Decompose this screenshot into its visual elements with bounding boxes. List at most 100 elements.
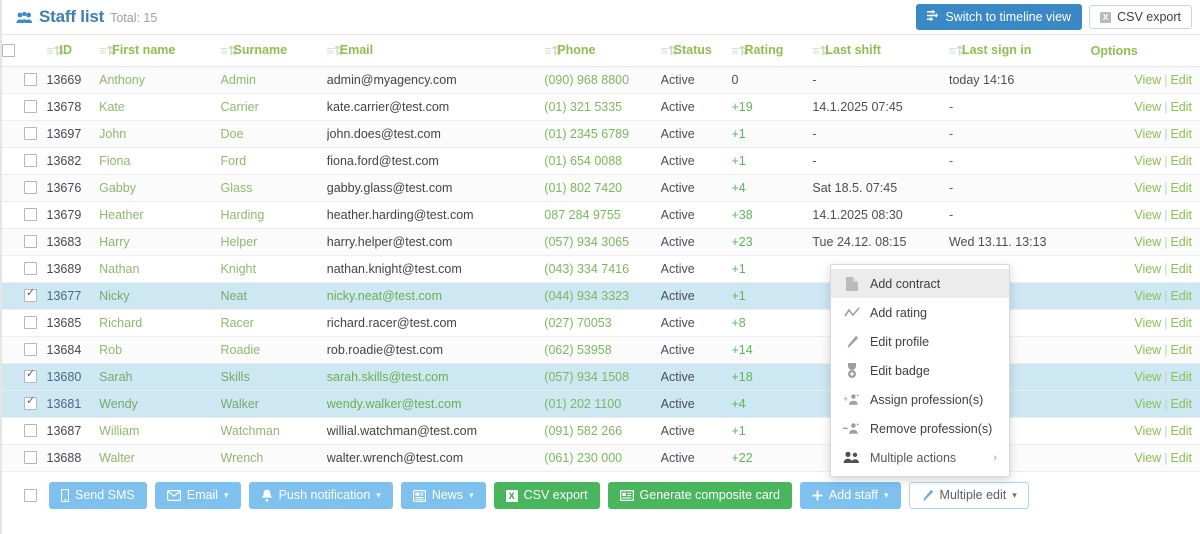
email-link[interactable]: harry.helper@test.com xyxy=(327,235,453,249)
email-link[interactable]: fiona.ford@test.com xyxy=(327,154,439,168)
table-row[interactable]: 13676 Gabby Glass gabby.glass@test.com (01) … xyxy=(2,174,1200,202)
view-link[interactable]: View xyxy=(1134,316,1161,330)
row-surname[interactable]: Glass xyxy=(220,174,327,202)
row-select-checkbox[interactable] xyxy=(24,451,37,464)
row-surname[interactable]: Wrench xyxy=(220,444,327,472)
row-options[interactable]: View | Edit xyxy=(1090,120,1200,148)
first-name-link[interactable]: Wendy xyxy=(99,397,138,411)
view-link[interactable]: View xyxy=(1134,181,1161,195)
row-select-cell[interactable] xyxy=(2,336,47,364)
row-select-checkbox[interactable] xyxy=(24,316,37,329)
row-select-cell[interactable] xyxy=(2,66,47,94)
row-options[interactable]: View | Edit xyxy=(1090,336,1200,364)
row-select-cell[interactable] xyxy=(2,282,47,310)
row-select-cell[interactable] xyxy=(2,174,47,202)
view-link[interactable]: View xyxy=(1134,370,1161,384)
row-select-cell[interactable] xyxy=(2,120,47,148)
context-menu-item[interactable]: + Assign profession(s) xyxy=(831,385,1009,414)
edit-link[interactable]: Edit xyxy=(1170,262,1192,276)
first-name-link[interactable]: Walter xyxy=(99,451,135,465)
row-first-name[interactable]: Harry xyxy=(99,228,221,256)
row-options[interactable]: View | Edit xyxy=(1090,363,1200,391)
first-name-link[interactable]: Rob xyxy=(99,343,122,357)
row-email[interactable]: nathan.knight@test.com xyxy=(326,255,545,283)
row-surname[interactable]: Roadie xyxy=(220,336,327,364)
row-first-name[interactable]: Richard xyxy=(99,309,221,337)
view-link[interactable]: View xyxy=(1134,127,1161,141)
view-link[interactable]: View xyxy=(1134,73,1161,87)
edit-link[interactable]: Edit xyxy=(1170,451,1192,465)
row-options[interactable]: View | Edit xyxy=(1090,417,1200,445)
row-surname[interactable]: Doe xyxy=(220,120,327,148)
column-header-status[interactable]: ≡⇅Status xyxy=(660,34,732,67)
multiple-edit-button[interactable]: Multiple edit ▾ xyxy=(908,482,1029,509)
row-email[interactable]: john.does@test.com xyxy=(326,120,545,148)
table-row[interactable]: 13683 Harry Helper harry.helper@test.com (05… xyxy=(2,228,1200,256)
edit-link[interactable]: Edit xyxy=(1170,208,1192,222)
row-email[interactable]: fiona.ford@test.com xyxy=(326,147,545,175)
row-email[interactable]: admin@myagency.com xyxy=(326,66,545,94)
view-link[interactable]: View xyxy=(1134,154,1161,168)
row-select-checkbox[interactable] xyxy=(24,73,37,86)
first-name-link[interactable]: Heather xyxy=(99,208,143,222)
view-link[interactable]: View xyxy=(1134,208,1161,222)
email-link[interactable]: nicky.neat@test.com xyxy=(327,289,442,303)
email-link[interactable]: rob.roadie@test.com xyxy=(327,343,443,357)
surname-link[interactable]: Skills xyxy=(221,370,250,384)
table-row[interactable]: 13687 William Watchman willial.watchman@tes… xyxy=(2,417,1200,445)
row-first-name[interactable]: Nicky xyxy=(99,282,221,310)
row-surname[interactable]: Carrier xyxy=(220,93,327,121)
edit-link[interactable]: Edit xyxy=(1170,397,1192,411)
row-select-cell[interactable] xyxy=(2,201,47,229)
csv-export-button[interactable]: X CSV export xyxy=(493,482,600,509)
surname-link[interactable]: Roadie xyxy=(221,343,261,357)
row-first-name[interactable]: Walter xyxy=(99,444,221,472)
row-select-checkbox[interactable] xyxy=(24,343,37,356)
context-menu-item[interactable]: Edit profile xyxy=(831,327,1009,356)
email-link[interactable]: john.does@test.com xyxy=(327,127,441,141)
table-row[interactable]: 13679 Heather Harding heather.harding@test.… xyxy=(2,201,1200,229)
row-select-checkbox[interactable] xyxy=(24,395,37,410)
view-link[interactable]: View xyxy=(1134,451,1161,465)
view-link[interactable]: View xyxy=(1134,262,1161,276)
row-first-name[interactable]: John xyxy=(99,120,221,148)
surname-link[interactable]: Helper xyxy=(221,235,258,249)
email-link[interactable]: nathan.knight@test.com xyxy=(327,262,462,276)
row-email[interactable]: harry.helper@test.com xyxy=(326,228,545,256)
row-first-name[interactable]: Anthony xyxy=(99,66,221,94)
row-select-checkbox[interactable] xyxy=(24,100,37,113)
context-menu-item[interactable]: Add rating xyxy=(831,298,1009,327)
table-row[interactable]: 13681Wendy Walker wendy.walker@test.com (01… xyxy=(2,390,1200,418)
table-row[interactable]: 13697 John Doe john.does@test.com (01) 2345 … xyxy=(2,120,1200,148)
email-link[interactable]: wendy.walker@test.com xyxy=(327,397,462,411)
row-first-name[interactable]: Rob xyxy=(99,336,221,364)
first-name-link[interactable]: Harry xyxy=(99,235,130,249)
email-link[interactable]: richard.racer@test.com xyxy=(327,316,457,330)
column-header-last-shift[interactable]: ≡⇅Last shift xyxy=(812,34,949,67)
csv-export-button-top[interactable]: X CSV export xyxy=(1089,4,1192,30)
edit-link[interactable]: Edit xyxy=(1170,370,1192,384)
column-header-id[interactable]: ≡⇅ID xyxy=(46,34,100,67)
row-first-name[interactable]: Gabby xyxy=(99,174,221,202)
row-select-cell[interactable] xyxy=(2,147,47,175)
row-options[interactable]: View | Edit xyxy=(1090,201,1200,229)
row-first-name[interactable]: Fiona xyxy=(99,147,221,175)
surname-link[interactable]: Admin xyxy=(221,73,256,87)
row-options[interactable]: View | Edit xyxy=(1090,174,1200,202)
email-button[interactable]: Email ▾ xyxy=(154,482,241,509)
row-select-checkbox[interactable] xyxy=(24,235,37,248)
table-row[interactable]: 13684 Rob Roadie rob.roadie@test.com (062) 5… xyxy=(2,336,1200,364)
email-link[interactable]: heather.harding@test.com xyxy=(327,208,474,222)
row-options[interactable]: View | Edit xyxy=(1090,147,1200,175)
row-email[interactable]: wendy.walker@test.com xyxy=(326,390,545,418)
table-row[interactable]: 13682 Fiona Ford fiona.ford@test.com (01) 65… xyxy=(2,147,1200,175)
surname-link[interactable]: Neat xyxy=(221,289,247,303)
column-header-last-sign-in[interactable]: ≡⇅Last sign in xyxy=(948,34,1091,67)
column-header-first-name[interactable]: ≡⇅First name xyxy=(99,34,221,67)
row-select-cell[interactable] xyxy=(2,309,47,337)
view-link[interactable]: View xyxy=(1134,235,1161,249)
edit-link[interactable]: Edit xyxy=(1170,424,1192,438)
row-select-checkbox[interactable] xyxy=(24,424,37,437)
surname-link[interactable]: Racer xyxy=(221,316,254,330)
surname-link[interactable]: Ford xyxy=(221,154,247,168)
